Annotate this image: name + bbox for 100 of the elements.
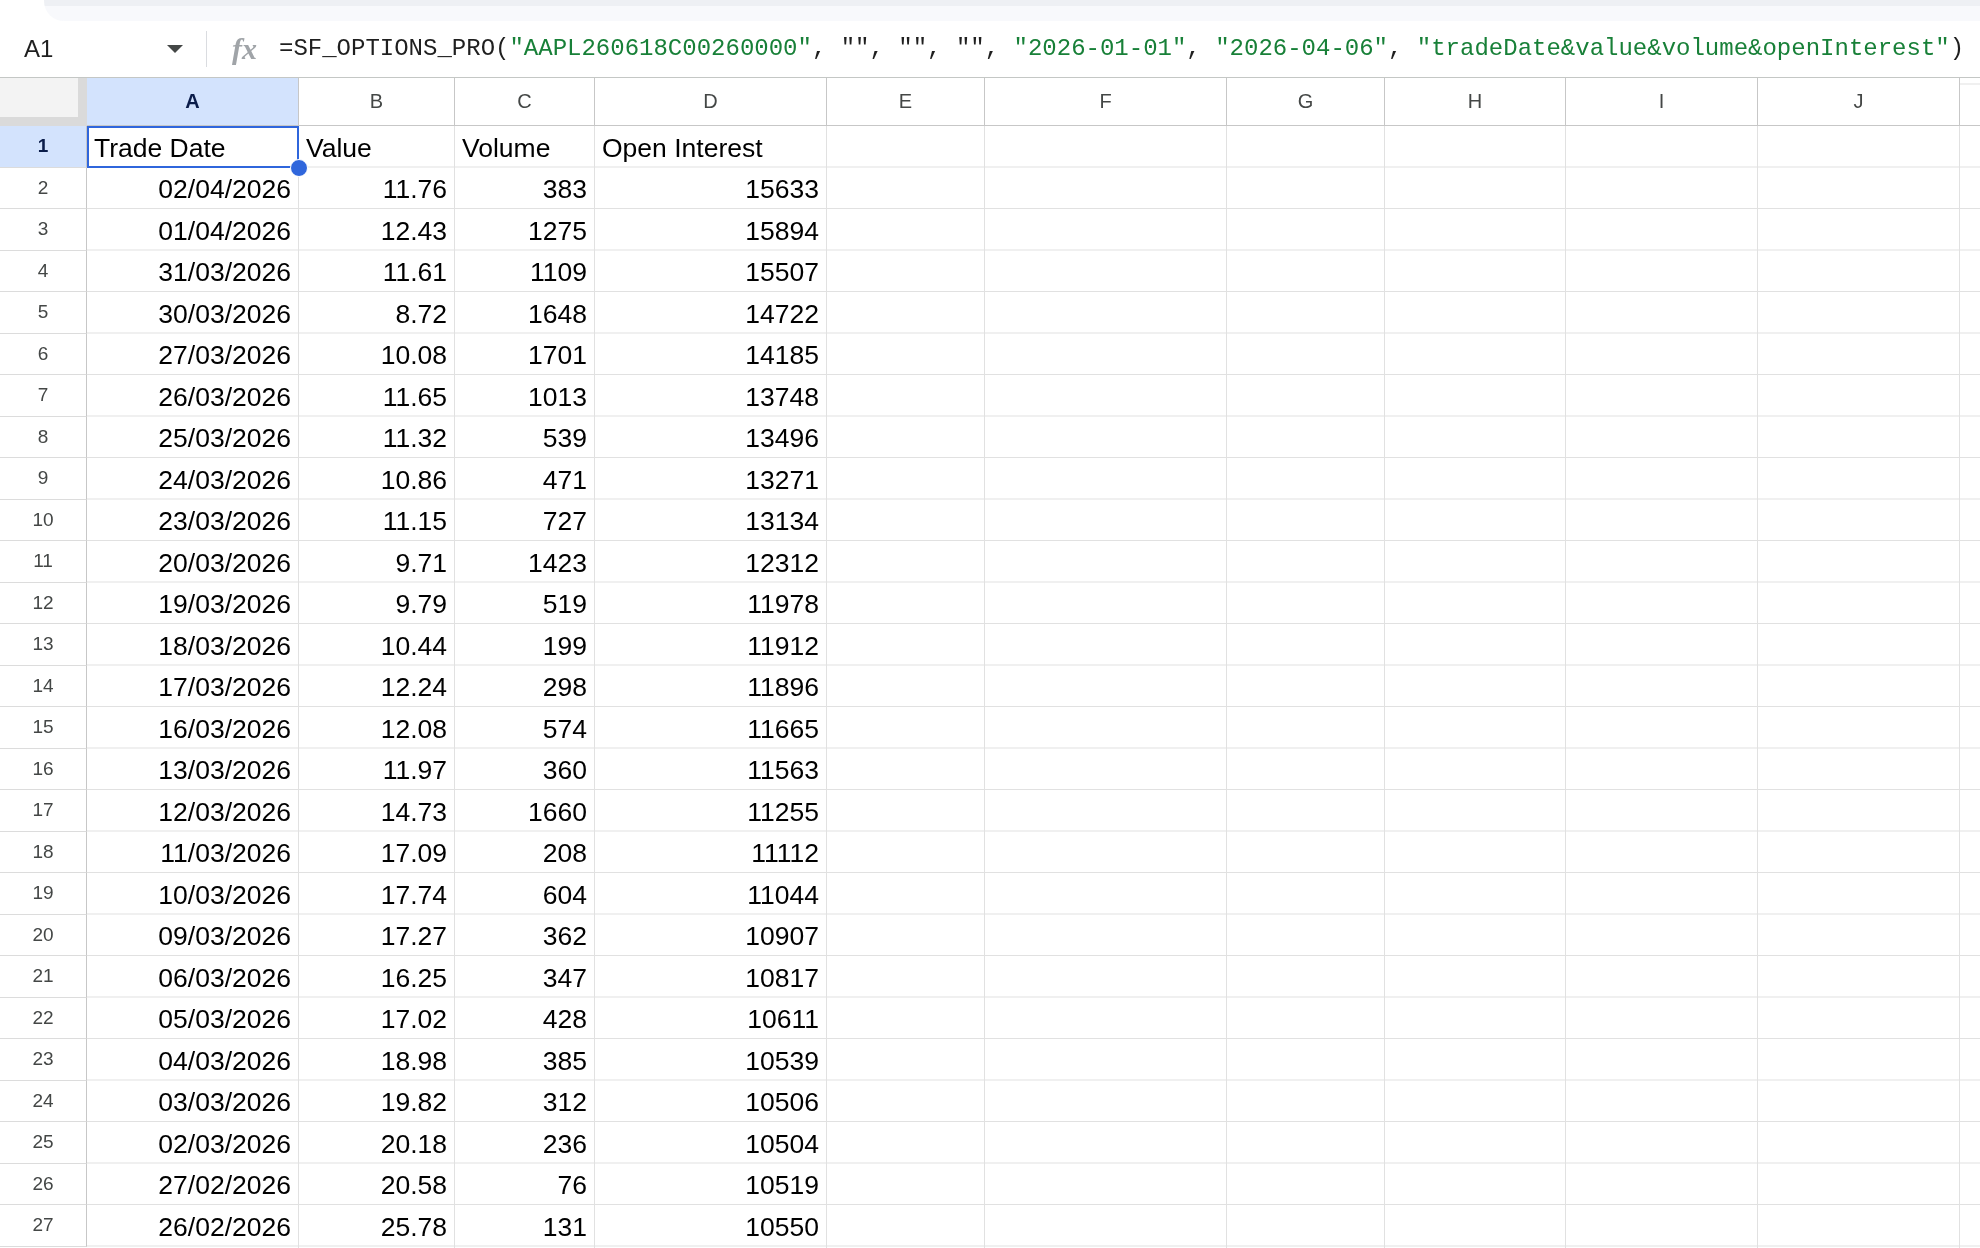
spreadsheet-cell[interactable]: 9.71 [299,541,455,583]
spreadsheet-cell[interactable]: 06/03/2026 [87,956,299,998]
spreadsheet-cell[interactable]: 208 [455,831,595,873]
spreadsheet-cell[interactable]: 574 [455,707,595,749]
spreadsheet-cell[interactable]: 471 [455,458,595,500]
spreadsheet-cell[interactable]: 13/03/2026 [87,748,299,790]
spreadsheet-cell[interactable]: 10519 [595,1163,827,1205]
spreadsheet-cell[interactable]: 18/03/2026 [87,624,299,666]
spreadsheet-cell[interactable]: 25/03/2026 [87,416,299,458]
column-header[interactable]: H [1385,78,1566,126]
spreadsheet-cell[interactable]: 10.86 [299,458,455,500]
spreadsheet-cell[interactable]: 11112 [595,831,827,873]
row-header[interactable]: 10 [0,499,87,541]
spreadsheet-cell[interactable]: Value [299,126,455,168]
row-header[interactable]: 16 [0,748,87,790]
row-header[interactable]: 27 [0,1205,87,1247]
spreadsheet-cell[interactable]: 19/03/2026 [87,582,299,624]
spreadsheet-cell[interactable]: Volume [455,126,595,168]
row-header[interactable]: 23 [0,1039,87,1081]
column-header[interactable]: I [1566,78,1758,126]
row-header[interactable]: 14 [0,665,87,707]
spreadsheet-cell[interactable]: 10907 [595,914,827,956]
row-header[interactable]: 19 [0,873,87,915]
row-header[interactable]: 26 [0,1163,87,1205]
spreadsheet-cell[interactable]: 16/03/2026 [87,707,299,749]
column-header[interactable]: D [595,78,827,126]
spreadsheet-cell[interactable]: 11.97 [299,748,455,790]
row-header[interactable]: 4 [0,250,87,292]
spreadsheet-cell[interactable]: 11563 [595,748,827,790]
spreadsheet-cell[interactable]: 10817 [595,956,827,998]
spreadsheet-cell[interactable]: 14185 [595,333,827,375]
spreadsheet-cell[interactable]: 10611 [595,997,827,1039]
fill-handle[interactable] [290,158,308,177]
spreadsheet-cell[interactable]: 131 [455,1205,595,1247]
spreadsheet-cell[interactable]: 13748 [595,375,827,417]
spreadsheet-cell[interactable]: 11.65 [299,375,455,417]
spreadsheet-cell[interactable]: 10506 [595,1080,827,1122]
spreadsheet-cell[interactable]: 19.82 [299,1080,455,1122]
column-header[interactable]: B [299,78,455,126]
spreadsheet-cell[interactable]: 20.58 [299,1163,455,1205]
spreadsheet-cell[interactable]: 03/03/2026 [87,1080,299,1122]
spreadsheet-cell[interactable]: 11896 [595,665,827,707]
spreadsheet-cell[interactable]: 26/02/2026 [87,1205,299,1247]
spreadsheet-cell[interactable]: 17.02 [299,997,455,1039]
spreadsheet-cell[interactable]: 1423 [455,541,595,583]
spreadsheet-cell[interactable]: 383 [455,167,595,209]
spreadsheet-cell[interactable]: 17.74 [299,873,455,915]
spreadsheet-cell[interactable]: 04/03/2026 [87,1039,299,1081]
spreadsheet-cell[interactable]: 30/03/2026 [87,292,299,334]
spreadsheet-cell[interactable]: 11.32 [299,416,455,458]
spreadsheet-cell[interactable]: 17.27 [299,914,455,956]
spreadsheet-cell[interactable]: 604 [455,873,595,915]
spreadsheet-cell[interactable]: 20/03/2026 [87,541,299,583]
spreadsheet-cell[interactable]: 10504 [595,1122,827,1164]
spreadsheet-cell[interactable]: 298 [455,665,595,707]
spreadsheet-cell[interactable]: 362 [455,914,595,956]
spreadsheet-cell[interactable]: 15507 [595,250,827,292]
row-header[interactable]: 21 [0,956,87,998]
spreadsheet-cell[interactable]: 01/04/2026 [87,209,299,251]
spreadsheet-cell[interactable]: 14722 [595,292,827,334]
spreadsheet-cell[interactable]: 10/03/2026 [87,873,299,915]
column-header[interactable]: A [87,78,299,126]
spreadsheet-cell[interactable]: 360 [455,748,595,790]
column-header[interactable]: G [1227,78,1385,126]
spreadsheet-cell[interactable]: 1013 [455,375,595,417]
spreadsheet-cell[interactable]: 9.79 [299,582,455,624]
spreadsheet-cell[interactable]: 727 [455,499,595,541]
row-header[interactable]: 6 [0,333,87,375]
spreadsheet-cell[interactable]: 539 [455,416,595,458]
column-header[interactable]: E [827,78,985,126]
spreadsheet-cell[interactable]: 13496 [595,416,827,458]
spreadsheet-cell[interactable]: 11.76 [299,167,455,209]
spreadsheet-cell[interactable]: 428 [455,997,595,1039]
spreadsheet-cell[interactable]: 12/03/2026 [87,790,299,832]
spreadsheet-cell[interactable]: 11912 [595,624,827,666]
spreadsheet-cell[interactable]: 1701 [455,333,595,375]
row-header[interactable]: 2 [0,167,87,209]
spreadsheet-cell[interactable]: 1275 [455,209,595,251]
spreadsheet-cell[interactable]: 11044 [595,873,827,915]
row-header[interactable]: 18 [0,831,87,873]
spreadsheet-cell[interactable]: 11/03/2026 [87,831,299,873]
spreadsheet-cell[interactable]: 10.08 [299,333,455,375]
row-header[interactable]: 15 [0,707,87,749]
spreadsheet-cell[interactable]: 1648 [455,292,595,334]
spreadsheet-cell[interactable]: 09/03/2026 [87,914,299,956]
spreadsheet-cell[interactable]: 10539 [595,1039,827,1081]
spreadsheet-cell[interactable]: 25.78 [299,1205,455,1247]
column-header[interactable]: J [1758,78,1960,126]
spreadsheet-cell[interactable]: 15633 [595,167,827,209]
spreadsheet-cell[interactable]: 15894 [595,209,827,251]
spreadsheet-cell[interactable]: 31/03/2026 [87,250,299,292]
spreadsheet-cell[interactable]: Open Interest [595,126,827,168]
row-header[interactable]: 9 [0,458,87,500]
spreadsheet-cell[interactable]: 11.15 [299,499,455,541]
column-header[interactable]: F [985,78,1227,126]
spreadsheet-cell[interactable]: 13271 [595,458,827,500]
spreadsheet-cell[interactable]: 11665 [595,707,827,749]
spreadsheet-cell[interactable]: 14.73 [299,790,455,832]
row-header[interactable]: 8 [0,416,87,458]
name-box[interactable]: A1 [0,29,192,69]
